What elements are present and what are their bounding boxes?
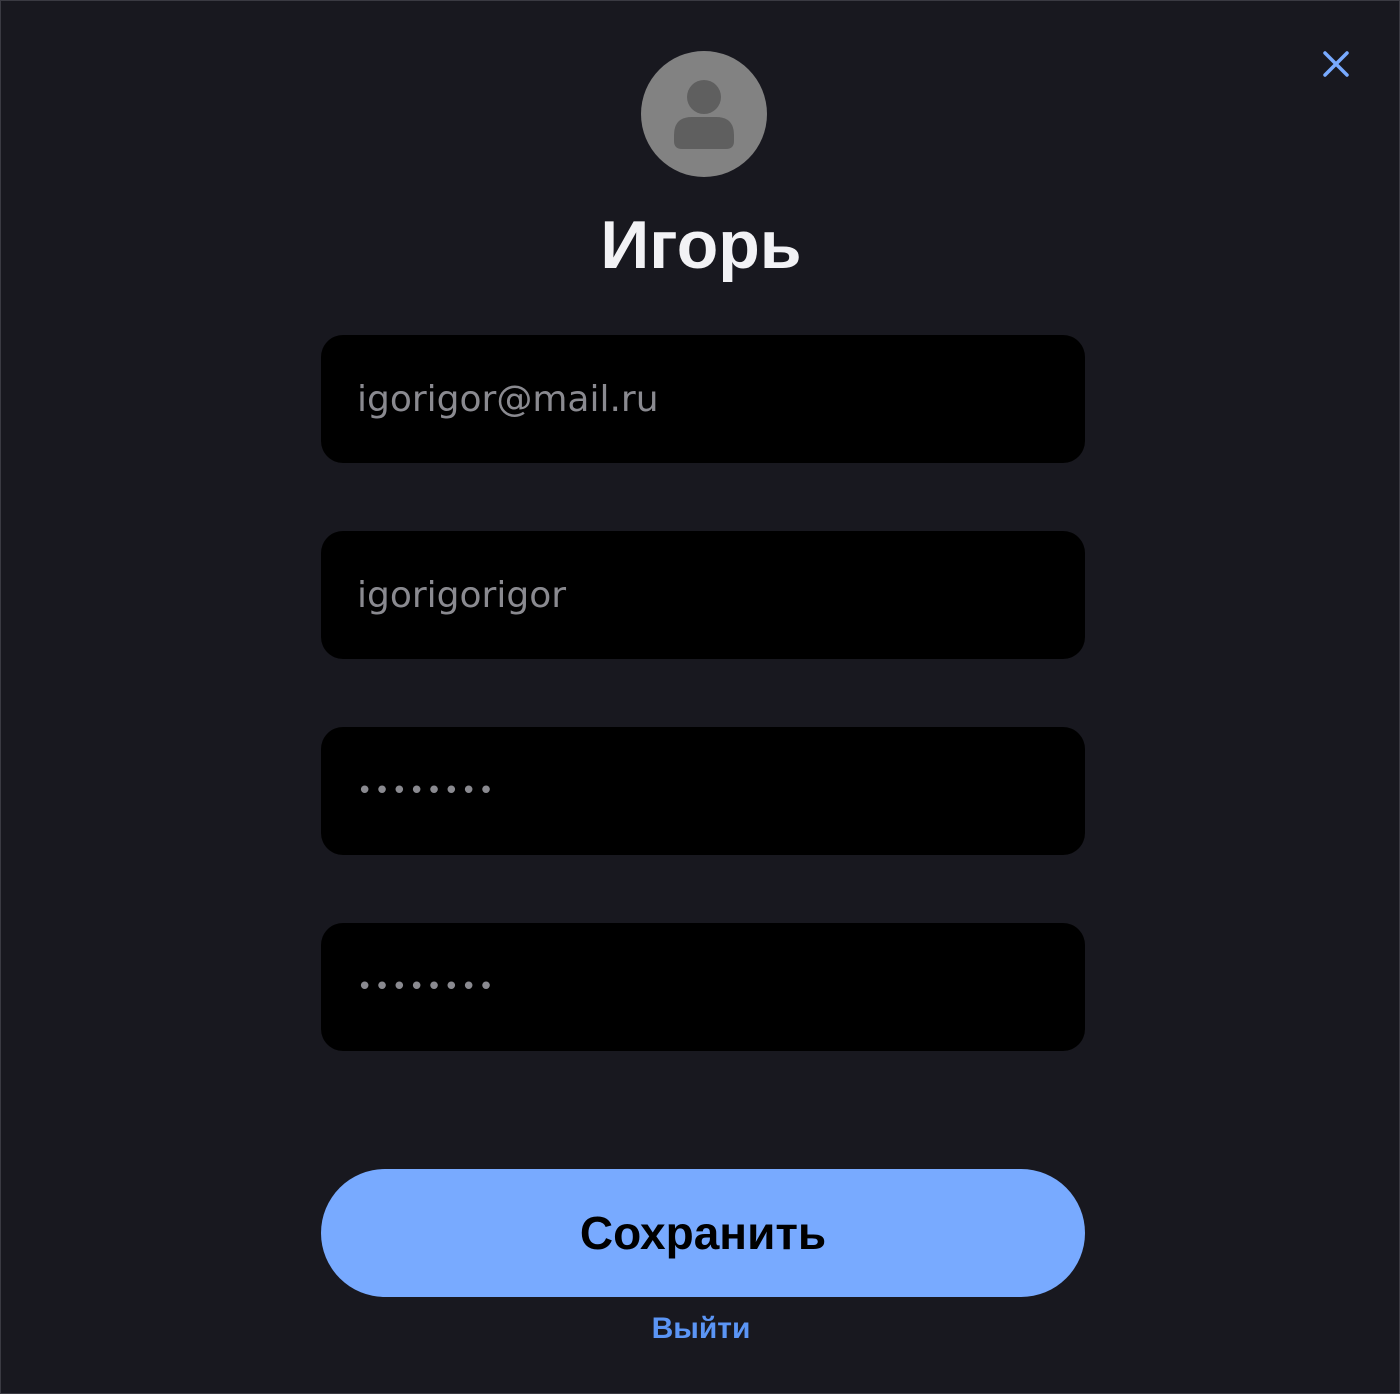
login-field[interactable] xyxy=(321,531,1085,659)
password-input[interactable] xyxy=(357,776,1049,806)
password-confirm-input[interactable] xyxy=(357,972,1049,1002)
logout-link[interactable]: Выйти xyxy=(1,1309,1400,1349)
profile-modal: Игорь Сохранить Выйти xyxy=(0,0,1400,1394)
close-button[interactable] xyxy=(1317,45,1355,83)
close-icon xyxy=(1323,51,1349,77)
avatar[interactable] xyxy=(641,51,767,177)
password-confirm-field[interactable] xyxy=(321,923,1085,1051)
password-field[interactable] xyxy=(321,727,1085,855)
user-silhouette-icon xyxy=(674,80,734,149)
email-input[interactable] xyxy=(357,378,1049,420)
user-name-heading: Игорь xyxy=(600,207,802,283)
save-button[interactable]: Сохранить xyxy=(321,1169,1085,1297)
email-field[interactable] xyxy=(321,335,1085,463)
login-input[interactable] xyxy=(357,574,1049,616)
